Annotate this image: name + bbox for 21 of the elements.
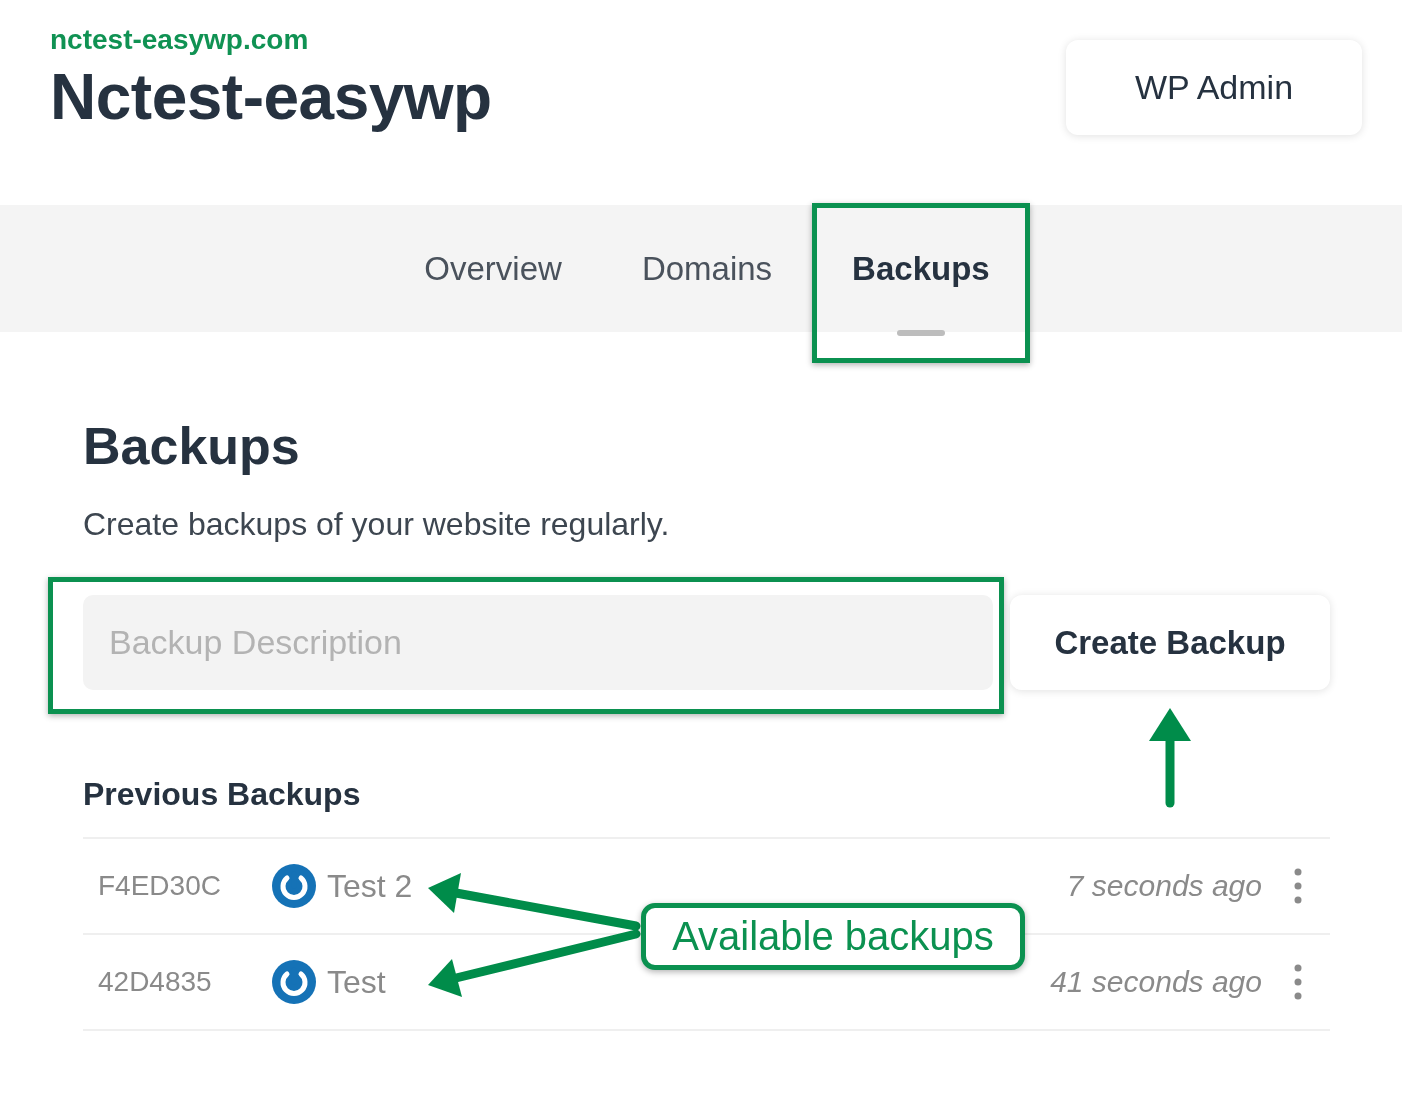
previous-backups-heading: Previous Backups bbox=[83, 776, 362, 813]
site-domain: nctest-easywp.com bbox=[50, 24, 310, 56]
backup-description-field[interactable]: Backup Description bbox=[83, 595, 993, 690]
nav-tab[interactable]: Overview bbox=[389, 208, 597, 330]
power-icon bbox=[272, 960, 316, 1004]
wp-admin-button[interactable]: WP Admin bbox=[1066, 40, 1362, 135]
power-icon bbox=[272, 864, 316, 908]
nav-tab[interactable]: Backups bbox=[817, 208, 1025, 330]
active-tab-indicator bbox=[896, 330, 945, 336]
nav-tab[interactable]: Domains bbox=[606, 208, 808, 330]
backup-id: 42D4835 bbox=[98, 966, 213, 998]
site-title: Nctest-easywp bbox=[50, 60, 492, 134]
annotation-callout: Available backups bbox=[641, 903, 1025, 970]
backup-name: Test bbox=[327, 963, 386, 1001]
section-title: Backups bbox=[83, 416, 301, 476]
create-backup-button[interactable]: Create Backup bbox=[1010, 595, 1330, 690]
backup-time: 41 seconds ago bbox=[1050, 965, 1262, 999]
section-description: Create backups of your website regularly. bbox=[83, 506, 671, 543]
backup-name: Test 2 bbox=[327, 867, 413, 905]
backup-id: F4ED30C bbox=[98, 870, 222, 902]
backup-time: 7 seconds ago bbox=[1066, 869, 1262, 903]
